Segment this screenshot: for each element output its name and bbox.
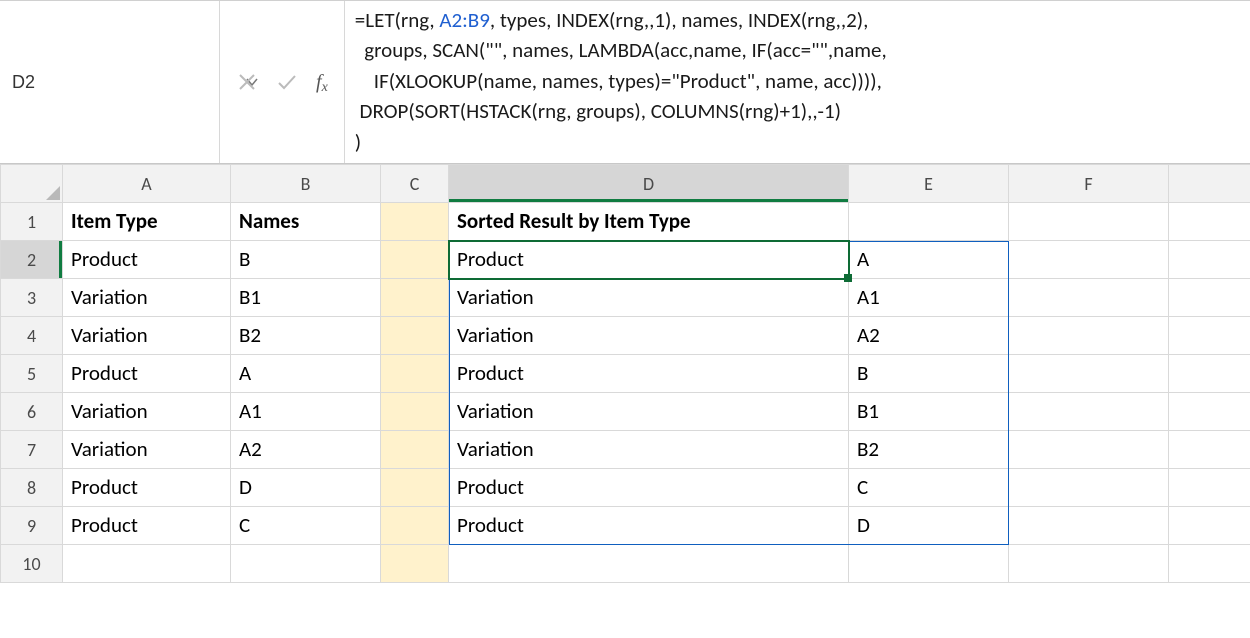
cell-F1[interactable] (1009, 203, 1169, 241)
cell-G8[interactable] (1169, 469, 1250, 507)
cell-G4[interactable] (1169, 317, 1250, 355)
cell-D6[interactable]: Variation (449, 393, 849, 431)
row-header-2[interactable]: 2 (1, 241, 63, 279)
col-header-A[interactable]: A (63, 165, 231, 203)
cell-B1[interactable]: Names (231, 203, 381, 241)
cell-F3[interactable] (1009, 279, 1169, 317)
cell-E10[interactable] (849, 545, 1009, 583)
cell-A4[interactable]: Variation (63, 317, 231, 355)
cell-D4[interactable]: Variation (449, 317, 849, 355)
cell-B10[interactable] (231, 545, 381, 583)
cell-G3[interactable] (1169, 279, 1250, 317)
cell-E6[interactable]: B1 (849, 393, 1009, 431)
cell-C7[interactable] (381, 431, 449, 469)
cell-F6[interactable] (1009, 393, 1169, 431)
cell-F8[interactable] (1009, 469, 1169, 507)
select-all-corner[interactable] (1, 165, 63, 203)
cell-F9[interactable] (1009, 507, 1169, 545)
cell-D1[interactable]: Sorted Result by Item Type (449, 203, 849, 241)
cell-D8[interactable]: Product (449, 469, 849, 507)
cell-A8[interactable]: Product (63, 469, 231, 507)
worksheet-grid[interactable]: A B C D E F 1Item TypeNames Sorted Result… (0, 164, 1250, 583)
name-box-container (0, 1, 220, 163)
cell-E7[interactable]: B2 (849, 431, 1009, 469)
cell-A6[interactable]: Variation (63, 393, 231, 431)
cell-G6[interactable] (1169, 393, 1250, 431)
cell-D9[interactable]: Product (449, 507, 849, 545)
cell-G5[interactable] (1169, 355, 1250, 393)
cell-F4[interactable] (1009, 317, 1169, 355)
cell-B4[interactable]: B2 (231, 317, 381, 355)
col-header-G[interactable] (1169, 165, 1250, 203)
formula-bar-buttons: fx (220, 1, 345, 163)
cell-A1[interactable]: Item Type (63, 203, 231, 241)
cancel-icon[interactable] (236, 71, 258, 93)
cell-B7[interactable]: A2 (231, 431, 381, 469)
cell-F5[interactable] (1009, 355, 1169, 393)
cell-E5[interactable]: B (849, 355, 1009, 393)
cell-D3[interactable]: Variation (449, 279, 849, 317)
cell-G2[interactable] (1169, 241, 1250, 279)
cell-G7[interactable] (1169, 431, 1250, 469)
cell-A2[interactable]: Product (63, 241, 231, 279)
col-header-C[interactable]: C (381, 165, 449, 203)
cell-E2[interactable]: A (849, 241, 1009, 279)
cell-B3[interactable]: B1 (231, 279, 381, 317)
cell-D2[interactable]: Product (449, 241, 849, 279)
cell-E4[interactable]: A2 (849, 317, 1009, 355)
cell-F10[interactable] (1009, 545, 1169, 583)
cell-C5[interactable] (381, 355, 449, 393)
cell-C8[interactable] (381, 469, 449, 507)
cell-B5[interactable]: A (231, 355, 381, 393)
col-header-B[interactable]: B (231, 165, 381, 203)
cell-C2[interactable] (381, 241, 449, 279)
cell-A5[interactable]: Product (63, 355, 231, 393)
cell-C1[interactable] (381, 203, 449, 241)
cell-E3[interactable]: A1 (849, 279, 1009, 317)
cell-D7[interactable]: Variation (449, 431, 849, 469)
formula-bar-area: fx =LET(rng, A2:B9, types, INDEX(rng,,1)… (0, 0, 1250, 164)
cell-D5[interactable]: Product (449, 355, 849, 393)
cell-A10[interactable] (63, 545, 231, 583)
cell-C6[interactable] (381, 393, 449, 431)
cell-E1[interactable] (849, 203, 1009, 241)
name-box[interactable] (10, 71, 246, 94)
row-header-9[interactable]: 9 (1, 507, 63, 545)
cell-E8[interactable]: C (849, 469, 1009, 507)
cell-C4[interactable] (381, 317, 449, 355)
cell-F7[interactable] (1009, 431, 1169, 469)
col-header-D[interactable]: D (449, 165, 849, 203)
cell-B9[interactable]: C (231, 507, 381, 545)
col-header-E[interactable]: E (849, 165, 1009, 203)
enter-icon[interactable] (276, 71, 298, 93)
row-header-1[interactable]: 1 (1, 203, 63, 241)
fx-icon[interactable]: fx (316, 71, 328, 94)
cell-F2[interactable] (1009, 241, 1169, 279)
cell-C10[interactable] (381, 545, 449, 583)
cell-E9[interactable]: D (849, 507, 1009, 545)
cell-B8[interactable]: D (231, 469, 381, 507)
row-header-6[interactable]: 6 (1, 393, 63, 431)
cell-D10[interactable] (449, 545, 849, 583)
col-header-F[interactable]: F (1009, 165, 1169, 203)
row-header-3[interactable]: 3 (1, 279, 63, 317)
row-header-7[interactable]: 7 (1, 431, 63, 469)
row-header-10[interactable]: 10 (1, 545, 63, 583)
cell-C3[interactable] (381, 279, 449, 317)
cell-G9[interactable] (1169, 507, 1250, 545)
cell-G10[interactable] (1169, 545, 1250, 583)
cell-A7[interactable]: Variation (63, 431, 231, 469)
formula-bar-input[interactable]: =LET(rng, A2:B9, types, INDEX(rng,,1), n… (345, 1, 1250, 163)
cell-B6[interactable]: A1 (231, 393, 381, 431)
cell-G1[interactable] (1169, 203, 1250, 241)
row-header-4[interactable]: 4 (1, 317, 63, 355)
cell-A9[interactable]: Product (63, 507, 231, 545)
row-header-5[interactable]: 5 (1, 355, 63, 393)
row-header-8[interactable]: 8 (1, 469, 63, 507)
cell-C9[interactable] (381, 507, 449, 545)
cell-A3[interactable]: Variation (63, 279, 231, 317)
cell-B2[interactable]: B (231, 241, 381, 279)
